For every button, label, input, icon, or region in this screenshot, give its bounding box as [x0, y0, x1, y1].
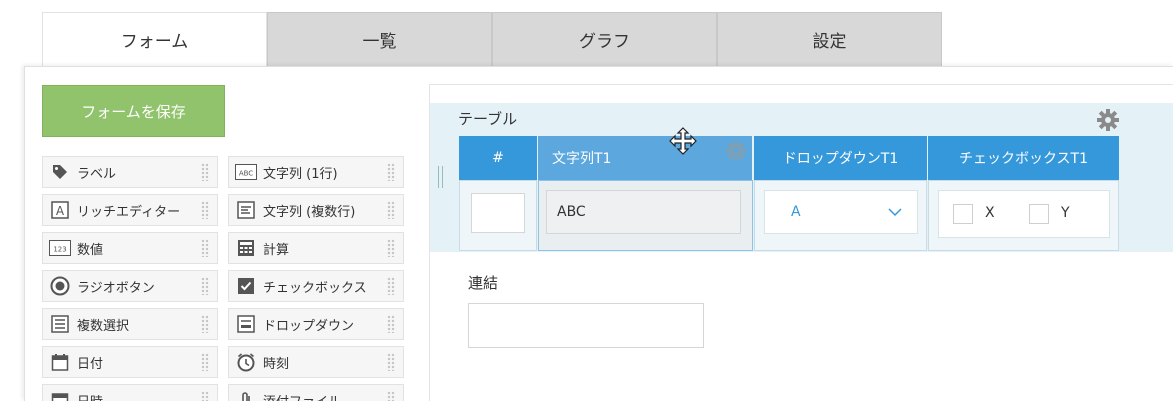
palette-item-text: 数値 — [77, 242, 104, 258]
palette-item-datetime[interactable]: 日時 — [42, 384, 218, 401]
calculator-icon — [235, 237, 257, 259]
palette-item-text: ラベル — [77, 166, 117, 182]
drag-grip-icon[interactable] — [387, 315, 395, 333]
palette-item-checkbox[interactable]: チェックボックス — [228, 270, 404, 302]
column-header-dropdown[interactable]: ドロップダウンT1 — [754, 136, 927, 180]
drag-grip-icon[interactable] — [201, 391, 209, 401]
drag-grip-icon[interactable] — [387, 277, 395, 295]
tab-form[interactable]: フォーム — [42, 12, 267, 66]
palette-item-text: 文字列 (複数行) — [263, 204, 356, 220]
string-field-input[interactable]: ABC — [546, 190, 741, 234]
palette-item-calculated[interactable]: 計算 — [228, 232, 404, 264]
link-field-label: 連結 — [468, 274, 499, 292]
field-palette: ラベル ABC 文字列 (1行) A リッチエディター 文字列 (複数行) 12… — [42, 156, 404, 401]
attachment-icon — [235, 389, 257, 401]
drag-grip-icon[interactable] — [387, 163, 395, 181]
abc-text-icon: ABC — [235, 161, 257, 183]
clock-icon — [235, 351, 257, 373]
tab-graph-label: グラフ — [579, 32, 630, 52]
dropdown-field-select[interactable]: A — [764, 190, 918, 234]
drag-grip-icon[interactable] — [387, 239, 395, 257]
palette-item-multi-select[interactable]: 複数選択 — [42, 308, 218, 340]
tab-form-label: フォーム — [120, 32, 189, 52]
datetime-icon — [49, 389, 71, 401]
column-header-num: # — [459, 136, 537, 180]
calendar-icon — [49, 351, 71, 373]
palette-item-text: 計算 — [263, 242, 290, 258]
tab-list-label: 一覧 — [362, 32, 397, 52]
tab-graph[interactable]: グラフ — [492, 12, 717, 66]
palette-item-rich-editor[interactable]: A リッチエディター — [42, 194, 218, 226]
svg-text:123: 123 — [53, 246, 66, 254]
canvas-top-edge — [430, 84, 1173, 102]
row-number-box — [471, 193, 525, 233]
drag-grip-icon[interactable] — [201, 315, 209, 333]
palette-item-text: ラジオボタン — [77, 280, 155, 296]
drag-grip-icon[interactable] — [201, 163, 209, 181]
tab-settings-label: 設定 — [812, 32, 847, 52]
palette-item-text: リッチエディター — [77, 204, 181, 220]
table-drag-handle[interactable] — [438, 166, 443, 188]
palette-item-text: 日付 — [77, 356, 104, 372]
checkbox-x-label: X — [985, 205, 995, 221]
table-settings-gear-icon[interactable] — [1096, 108, 1120, 136]
palette-item-single-line-text[interactable]: ABC 文字列 (1行) — [228, 156, 404, 188]
palette-item-number[interactable]: 123 数値 — [42, 232, 218, 264]
palette-item-text: 日時 — [77, 391, 103, 401]
number-icon: 123 — [49, 237, 71, 259]
chevron-down-icon — [887, 204, 903, 224]
checkbox-y[interactable] — [1029, 204, 1049, 224]
palette-item-time[interactable]: 時刻 — [228, 346, 404, 378]
tab-list[interactable]: 一覧 — [267, 12, 492, 66]
drag-grip-icon[interactable] — [201, 353, 209, 371]
drag-grip-icon[interactable] — [387, 391, 395, 401]
checkbox-icon — [235, 275, 257, 297]
link-field-input[interactable] — [468, 303, 704, 348]
drag-grip-icon[interactable] — [387, 353, 395, 371]
palette-item-text: 文字列 (1行) — [263, 166, 338, 182]
column-settings-gear-icon[interactable] — [725, 140, 747, 166]
checkbox-y-label: Y — [1061, 205, 1070, 221]
checkbox-x[interactable] — [953, 204, 973, 224]
svg-text:A: A — [56, 204, 65, 218]
tab-settings[interactable]: 設定 — [717, 12, 942, 66]
palette-item-text: 複数選択 — [77, 318, 130, 334]
move-cursor-icon — [668, 126, 698, 160]
palette-item-dropdown[interactable]: ドロップダウン — [228, 308, 404, 340]
drag-grip-icon[interactable] — [387, 201, 395, 219]
column-header-checkbox[interactable]: チェックボックスT1 — [928, 136, 1119, 180]
tag-icon — [49, 161, 71, 183]
palette-item-text: ドロップダウン — [263, 318, 355, 334]
table-title: テーブル — [458, 110, 518, 128]
multiline-text-icon — [235, 199, 257, 221]
rich-editor-icon: A — [49, 199, 71, 221]
palette-item-text: チェックボックス — [263, 280, 367, 296]
dropdown-icon — [235, 313, 257, 335]
dropdown-value: A — [791, 204, 801, 220]
drag-grip-icon[interactable] — [201, 239, 209, 257]
save-form-button[interactable]: フォームを保存 — [42, 85, 225, 137]
palette-item-radio-button[interactable]: ラジオボタン — [42, 270, 218, 302]
tab-bar: フォーム 一覧 グラフ 設定 — [42, 12, 942, 66]
column-header-string[interactable]: 文字列T1 — [538, 136, 752, 180]
drag-grip-icon[interactable] — [201, 201, 209, 219]
palette-item-multi-line-text[interactable]: 文字列 (複数行) — [228, 194, 404, 226]
checkbox-field-group: X Y — [938, 190, 1110, 238]
palette-item-text: 時刻 — [263, 356, 290, 372]
palette-item-attachment[interactable]: 添付ファイル — [228, 384, 404, 401]
palette-item-date[interactable]: 日付 — [42, 346, 218, 378]
radio-icon — [49, 275, 71, 297]
palette-item-label[interactable]: ラベル — [42, 156, 218, 188]
multi-select-icon — [49, 313, 71, 335]
palette-item-text: 添付ファイル — [263, 391, 341, 401]
svg-text:ABC: ABC — [239, 170, 253, 178]
drag-grip-icon[interactable] — [201, 277, 209, 295]
